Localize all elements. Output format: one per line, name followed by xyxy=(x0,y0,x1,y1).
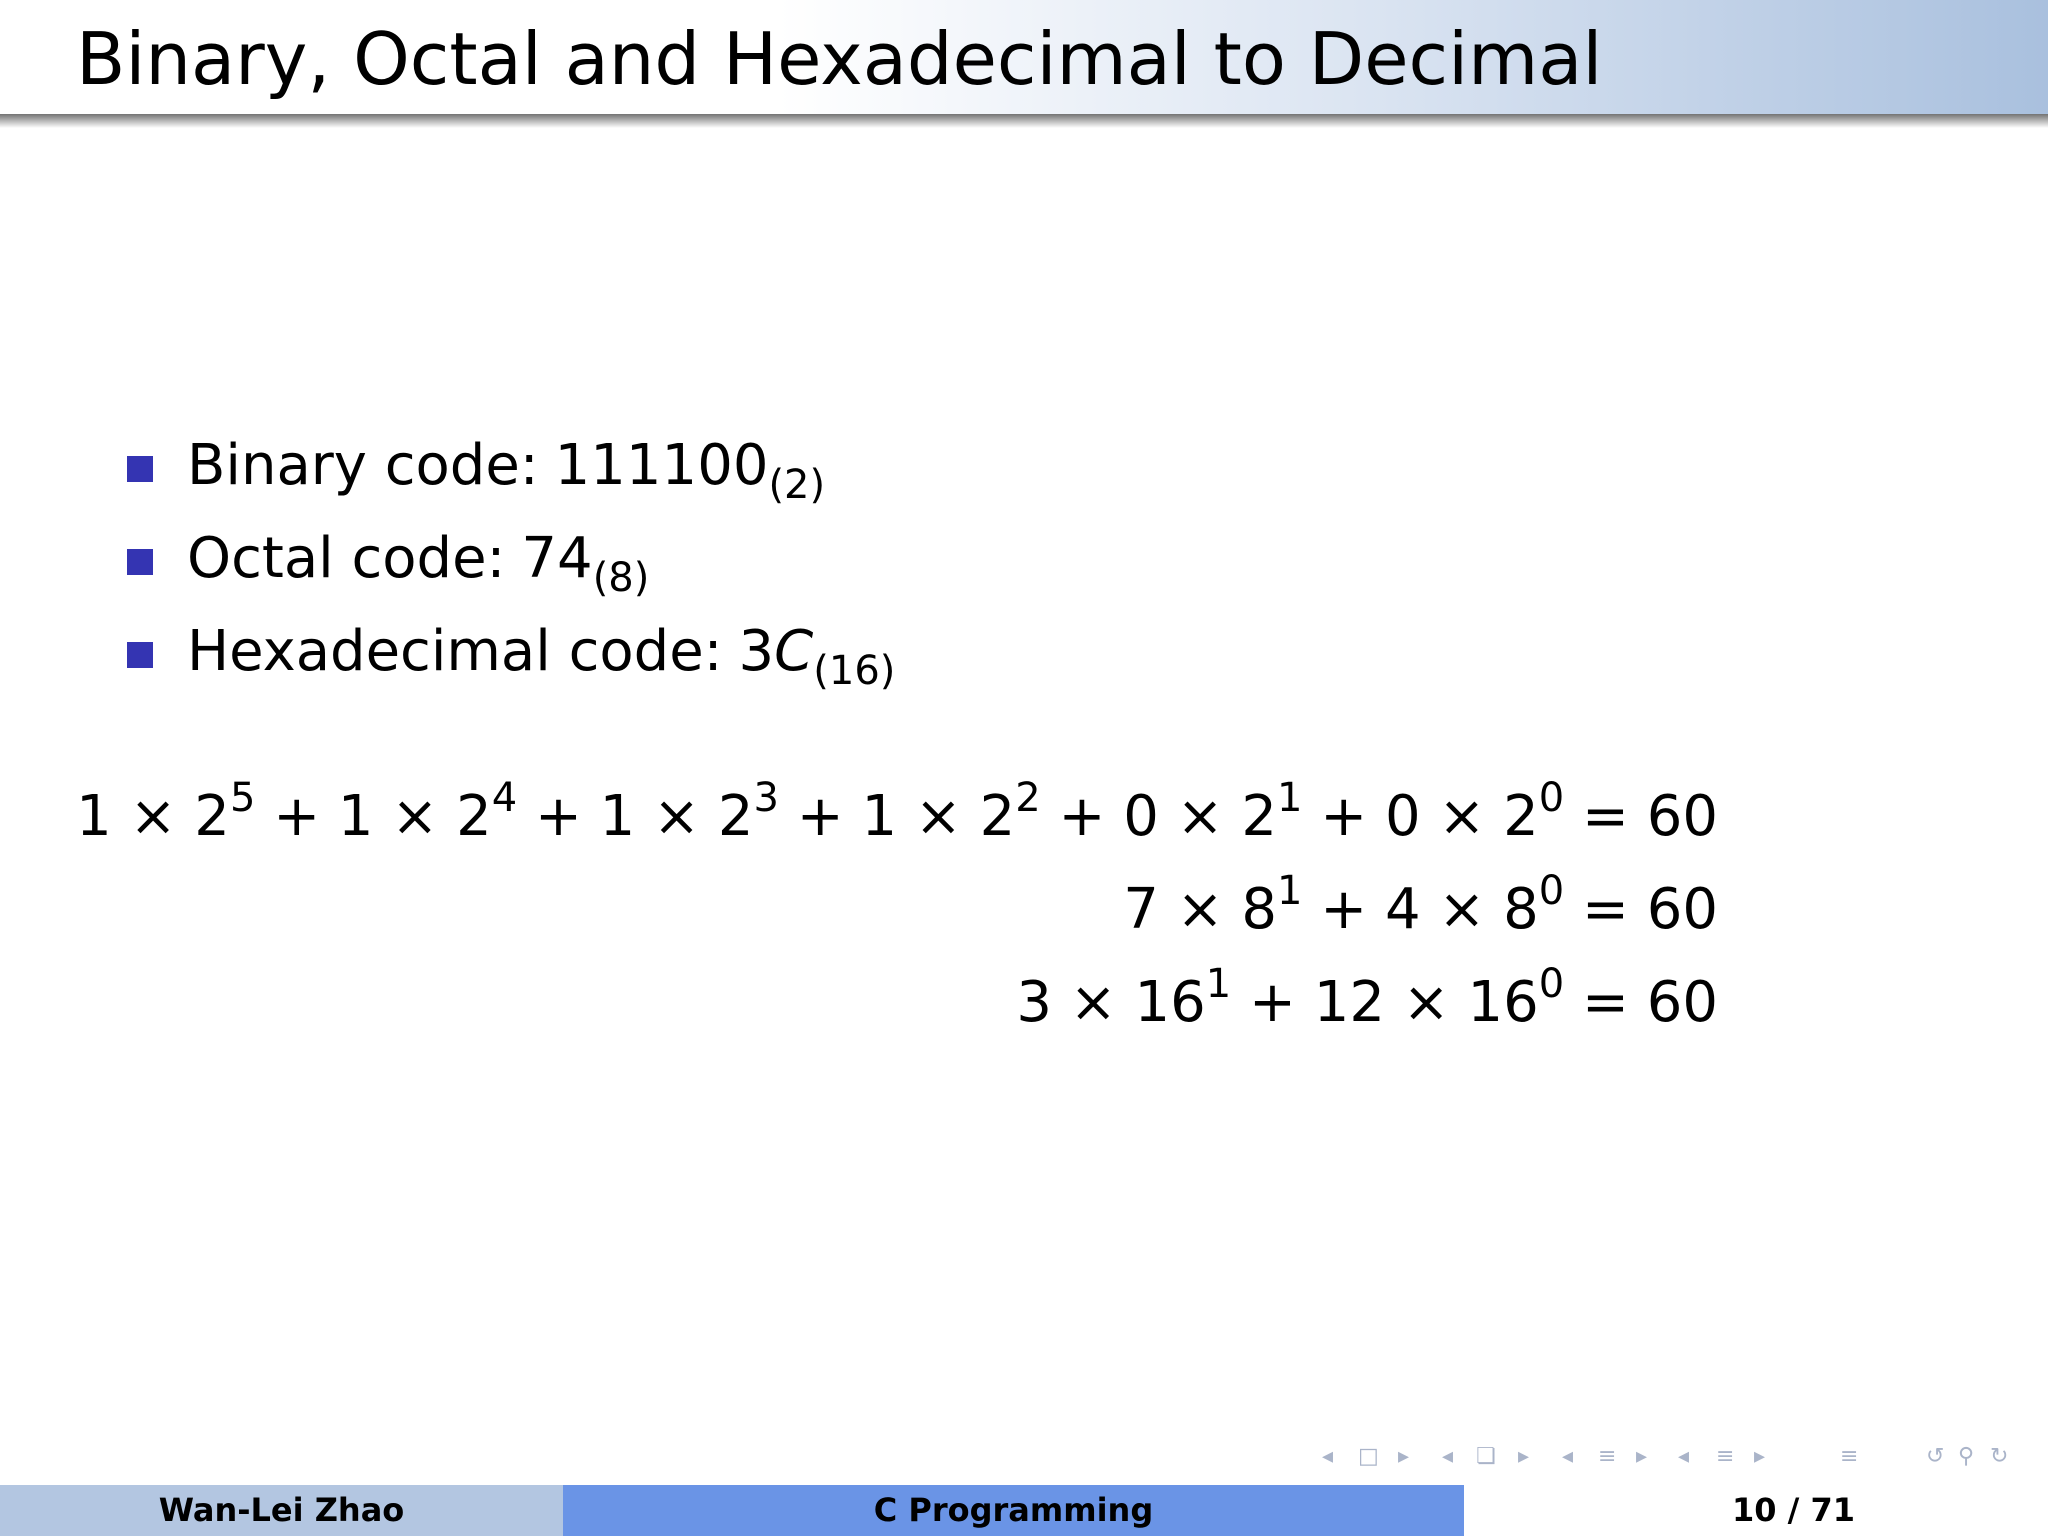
page-number-text: 10 / 71 xyxy=(1732,1491,1856,1529)
bullet-value: 74(8) xyxy=(521,526,649,598)
equation-hex: 3 × 161 + 12 × 160 = 60 xyxy=(0,956,1718,1049)
number-value: 3 xyxy=(738,619,775,684)
toc-icon[interactable]: ≡ xyxy=(1840,1444,1858,1469)
bullet-square-icon xyxy=(127,456,153,482)
eq-exponent: 1 xyxy=(1277,868,1303,914)
eq-exponent: 0 xyxy=(1538,775,1565,821)
bullet-text: Binary code: 111100(2) xyxy=(187,428,825,505)
bullet-value: 111100(2) xyxy=(554,433,825,505)
eq-exponent: 2 xyxy=(1015,775,1041,821)
eq-term: + 0 × 2 xyxy=(1302,784,1539,849)
eq-term: + 1 × 2 xyxy=(517,784,754,849)
equation-block: 1 × 25 + 1 × 24 + 1 × 23 + 1 × 22 + 0 × … xyxy=(0,770,1718,1049)
prev-frame-arrow-icon[interactable]: ◂ xyxy=(1322,1444,1333,1469)
base-subscript: (2) xyxy=(768,462,826,508)
appendix-icon[interactable]: ≡ xyxy=(1716,1444,1734,1469)
forward-icon[interactable]: ↻ xyxy=(1990,1444,2008,1469)
eq-exponent: 3 xyxy=(753,775,779,821)
eq-exponent: 4 xyxy=(491,775,518,821)
eq-term: + 4 × 8 xyxy=(1302,877,1539,942)
equation-octal: 7 × 81 + 4 × 80 = 60 xyxy=(0,863,1718,956)
eq-exponent: 5 xyxy=(229,775,256,821)
bullet-square-icon xyxy=(127,642,153,668)
base-subscript: (8) xyxy=(592,555,650,601)
back-icon[interactable]: ↺ xyxy=(1926,1444,1944,1469)
equation-binary: 1 × 25 + 1 × 24 + 1 × 23 + 1 × 22 + 0 × … xyxy=(0,770,1718,863)
footer-course-title: C Programming xyxy=(563,1485,1464,1536)
search-icon[interactable]: ⚲ xyxy=(1958,1444,1974,1469)
eq-term: + 12 × 16 xyxy=(1231,970,1539,1035)
next-appendix-arrow-icon[interactable]: ▸ xyxy=(1754,1444,1765,1469)
eq-term: + 1 × 2 xyxy=(778,784,1016,849)
next-section-arrow-icon[interactable]: ▸ xyxy=(1636,1444,1647,1469)
eq-result: = 60 xyxy=(1564,877,1718,942)
frame-icon[interactable]: □ xyxy=(1358,1444,1379,1469)
bullet-text: Octal code: 74(8) xyxy=(187,521,649,598)
beamer-navigation-bar: ◂ □ ▸ ◂ ❏ ▸ ◂ ≡ ▸ ◂ ≡ ▸ ≡ ↺ ⚲ ↻ xyxy=(1318,1444,2040,1474)
number-value: 74 xyxy=(521,526,593,591)
bullet-text: Hexadecimal code: 3C(16) xyxy=(187,614,896,691)
bullet-value: 3C(16) xyxy=(738,619,896,691)
footer-author: Wan-Lei Zhao xyxy=(0,1485,563,1536)
bullet-label: Binary code: xyxy=(187,433,539,498)
hex-digit: C xyxy=(774,619,814,684)
title-bar-shadow xyxy=(0,114,2048,128)
prev-appendix-arrow-icon[interactable]: ◂ xyxy=(1678,1444,1689,1469)
bullet-square-icon xyxy=(127,549,153,575)
subsection-icon[interactable]: ❏ xyxy=(1476,1444,1496,1469)
base-subscript: (16) xyxy=(813,648,896,694)
bullet-label: Octal code: xyxy=(187,526,506,591)
eq-result: = 60 xyxy=(1564,970,1718,1035)
footer-bar: Wan-Lei Zhao C Programming 10 / 71 xyxy=(0,1485,2048,1536)
section-icon[interactable]: ≡ xyxy=(1598,1444,1616,1469)
title-bar: Binary, Octal and Hexadecimal to Decimal xyxy=(0,0,2048,114)
eq-term: 1 × 2 xyxy=(76,784,230,849)
bullet-label: Hexadecimal code: xyxy=(187,619,723,684)
eq-term: 3 × 16 xyxy=(1016,970,1206,1035)
eq-result: = 60 xyxy=(1564,784,1718,849)
next-subsection-arrow-icon[interactable]: ▸ xyxy=(1518,1444,1529,1469)
eq-exponent: 0 xyxy=(1538,868,1565,914)
eq-exponent: 1 xyxy=(1277,775,1303,821)
eq-exponent: 1 xyxy=(1205,961,1232,1007)
eq-term: + 0 × 2 xyxy=(1040,784,1277,849)
slide-title: Binary, Octal and Hexadecimal to Decimal xyxy=(76,17,1603,101)
prev-section-arrow-icon[interactable]: ◂ xyxy=(1562,1444,1573,1469)
prev-subsection-arrow-icon[interactable]: ◂ xyxy=(1442,1444,1453,1469)
number-value: 111100 xyxy=(554,433,769,498)
next-frame-arrow-icon[interactable]: ▸ xyxy=(1398,1444,1409,1469)
eq-term: 7 × 8 xyxy=(1123,877,1277,942)
eq-term: + 1 × 2 xyxy=(255,784,492,849)
footer-page-number: 10 / 71 xyxy=(1464,1485,2048,1536)
eq-exponent: 0 xyxy=(1538,961,1565,1007)
